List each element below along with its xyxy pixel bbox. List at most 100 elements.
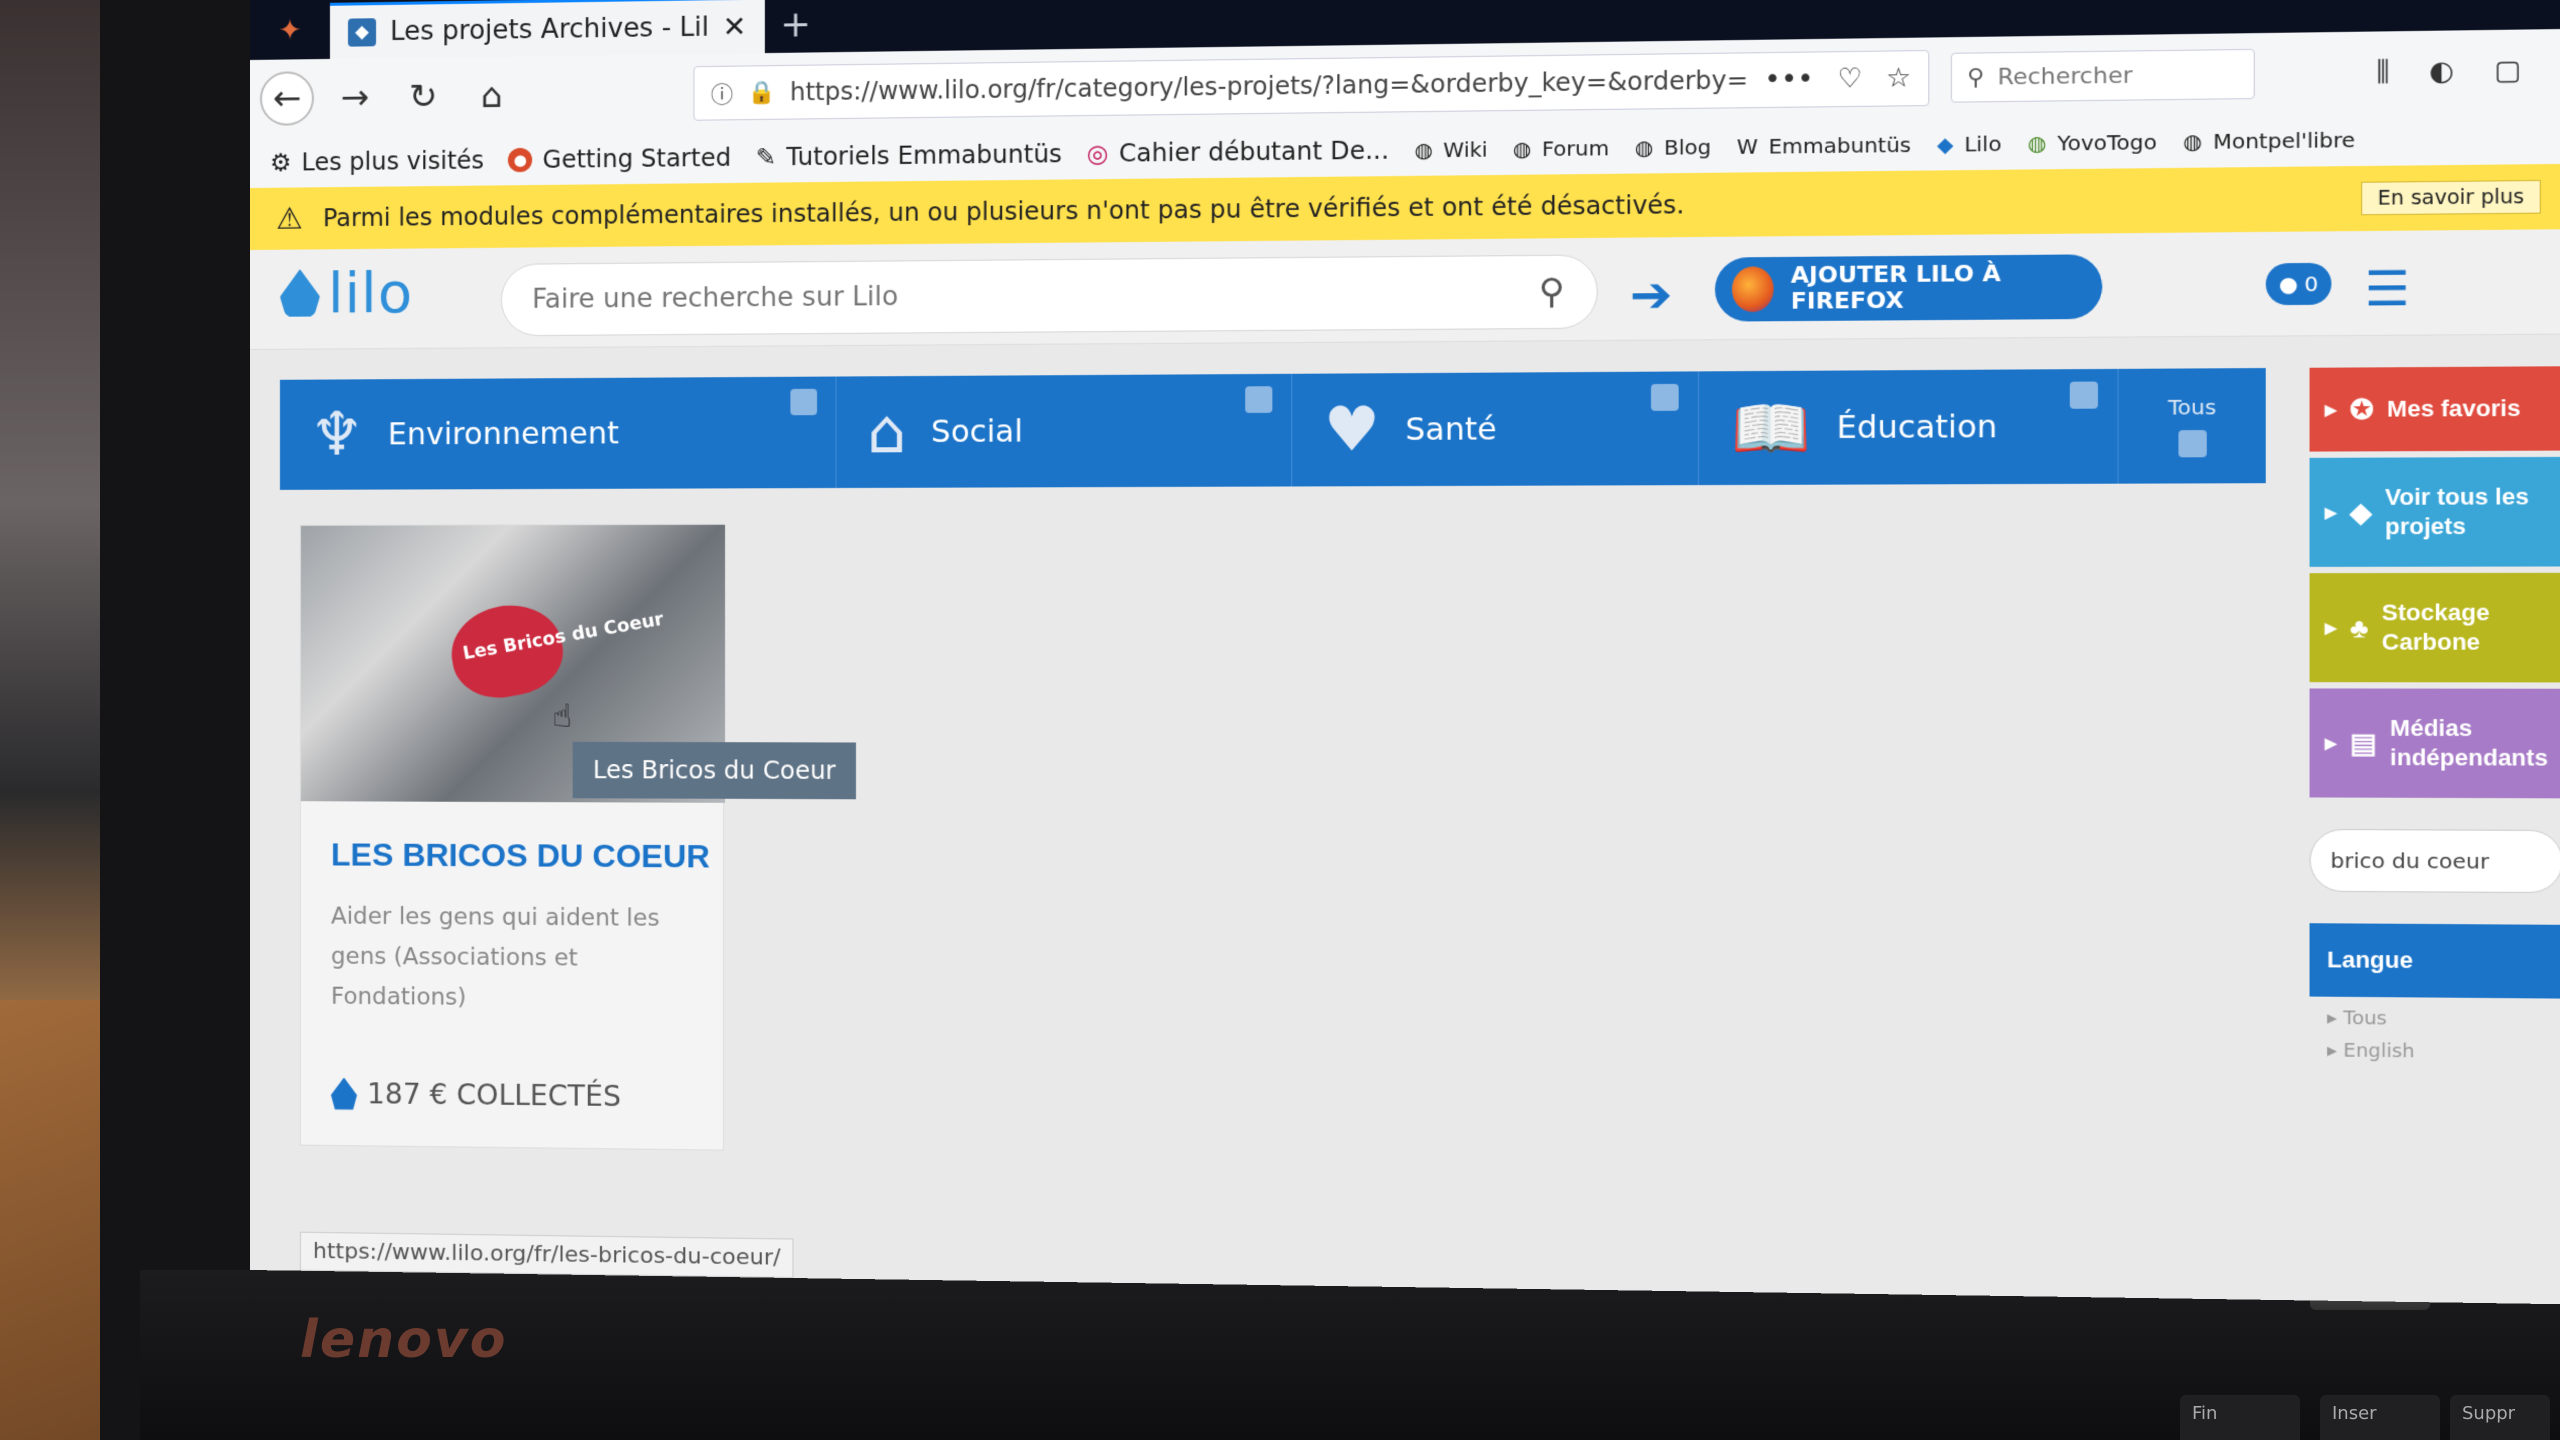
- project-collected: 187 € COLLECTÉS: [331, 1077, 621, 1113]
- tab-active[interactable]: ◆ Les projets Archives - Lilo ✕: [329, 0, 765, 59]
- browser-search-input[interactable]: ⚲ Rechercher: [1950, 48, 2255, 103]
- lilo-favicon-icon: ◆: [347, 17, 377, 47]
- warning-icon: ⚠: [275, 200, 303, 237]
- search-icon: ⚲: [1967, 64, 1985, 91]
- sidebar-item-all-projects[interactable]: ▶ ◆ Voir tous les projets: [2309, 456, 2560, 567]
- hamburger-menu-icon[interactable]: ☰: [2364, 260, 2409, 317]
- lock-icon[interactable]: 🔒: [748, 80, 776, 106]
- home-button[interactable]: ⌂: [465, 68, 519, 123]
- category-checkbox[interactable]: [1245, 386, 1273, 413]
- lilo-search-input[interactable]: [532, 276, 1539, 315]
- globe-icon: ◍: [2027, 130, 2047, 156]
- lilo-drop-icon: [280, 269, 320, 319]
- page-actions-icon[interactable]: •••: [1764, 64, 1813, 96]
- hand-cursor-icon: ☝: [552, 696, 573, 735]
- arrow-right-icon: ➔: [1629, 266, 1673, 325]
- language-option-all[interactable]: ▸ Tous: [2310, 997, 2560, 1032]
- bookmark-blog[interactable]: ◍ Blog: [1635, 135, 1711, 161]
- learn-more-button[interactable]: En savoir plus: [2361, 179, 2541, 216]
- key-end: Fin: [2180, 1395, 2300, 1440]
- debian-icon: ◎: [1086, 139, 1109, 169]
- url-text[interactable]: https://www.lilo.org/fr/category/les-pro…: [790, 66, 1750, 107]
- extension-icon[interactable]: ◐: [2429, 55, 2454, 88]
- bookmark-tutoriels[interactable]: ✎ Tutoriels Emmabuntüs: [756, 140, 1062, 172]
- new-tab-button[interactable]: +: [765, 0, 826, 53]
- category-all[interactable]: Tous: [2119, 368, 2266, 484]
- url-bar[interactable]: ⓘ 🔒 https://www.lilo.org/fr/category/les…: [693, 49, 1930, 121]
- info-icon[interactable]: ⓘ: [711, 77, 733, 110]
- tree-icon: ♣: [2349, 611, 2369, 644]
- category-checkbox[interactable]: [790, 388, 818, 416]
- add-lilo-to-firefox-button[interactable]: AJOUTER LILO À FIREFOX: [1714, 254, 2103, 322]
- sidebar-item-favoris[interactable]: ▶ ✪ Mes favoris: [2309, 366, 2560, 452]
- forward-button[interactable]: →: [328, 70, 382, 125]
- project-description: Aider les gens qui aident les gens (Asso…: [330, 903, 660, 1011]
- triangle-right-icon: ▶: [2324, 619, 2337, 637]
- bookmark-cahier[interactable]: ◎ Cahier débutant De...: [1087, 136, 1389, 168]
- bookmark-montpellibre[interactable]: ◍ Montpel'libre: [2183, 127, 2355, 154]
- back-button[interactable]: ←: [259, 71, 314, 126]
- triangle-right-icon: ▶: [2324, 503, 2337, 521]
- warning-text: Parmi les modules complémentaires instal…: [322, 190, 1685, 233]
- project-card[interactable]: Les Bricos du Coeur ☝ Les Bricos du Coeu…: [299, 523, 857, 1151]
- category-checkbox[interactable]: [1650, 383, 1679, 411]
- lilo-logo[interactable]: lilo: [280, 261, 413, 327]
- browser-search-placeholder: Rechercher: [1997, 62, 2133, 91]
- library-icon[interactable]: ⫼: [2376, 56, 2389, 89]
- bookmark-lilo[interactable]: ◆ Lilo: [1937, 131, 2002, 157]
- key-delete: Suppr: [2450, 1395, 2550, 1440]
- sidebar-search-input[interactable]: [2330, 847, 2560, 875]
- lilo-icon: ◆: [1936, 131, 1954, 157]
- firefox-icon: [1731, 266, 1774, 313]
- sidebar-item-medias[interactable]: ▶ ▤ Médias indépendants: [2309, 688, 2560, 799]
- book-icon: 📖: [1730, 391, 1811, 465]
- category-social[interactable]: ⌂ Social: [836, 373, 1293, 489]
- tab-overflow-icon[interactable]: ✦: [250, 0, 330, 60]
- tree-icon: ♆: [309, 399, 364, 470]
- bookmark-yovotogo[interactable]: ◍ YovoTogo: [2027, 129, 2156, 155]
- heartbeat-icon: ♥: [1323, 393, 1381, 466]
- category-checkbox[interactable]: [2177, 430, 2207, 458]
- bookmark-getting-started[interactable]: ● Getting Started: [508, 144, 731, 175]
- drop-icon: [331, 1077, 357, 1109]
- sidebar-item-carbone[interactable]: ▶ ♣ Stockage Carbone: [2309, 572, 2560, 683]
- laptop-screen: ✦ ◆ Les projets Archives - Lilo ✕ + ← → …: [250, 0, 2560, 1305]
- reload-button[interactable]: ↻: [396, 69, 450, 124]
- search-icon[interactable]: ⚲: [1539, 271, 1565, 312]
- lilo-search-box[interactable]: ⚲: [500, 254, 1598, 337]
- drops-counter-badge[interactable]: ● 0: [2265, 262, 2332, 306]
- sidebar-toggle-icon[interactable]: ▢: [2494, 54, 2521, 87]
- bookmark-forum[interactable]: ◍ Forum: [1513, 136, 1609, 162]
- pocket-icon[interactable]: ♡: [1837, 63, 1862, 94]
- bookmark-most-visited[interactable]: ⚙ Les plus visités: [270, 146, 484, 176]
- triangle-right-icon: ▶: [2324, 401, 2337, 418]
- close-tab-icon[interactable]: ✕: [723, 10, 747, 44]
- sidebar: ▶ ✪ Mes favoris ▶ ◆ Voir tous les projet…: [2309, 366, 2560, 1064]
- category-checkbox[interactable]: [2069, 381, 2098, 409]
- language-header: Langue: [2309, 923, 2560, 999]
- drop-icon: ●: [2278, 271, 2298, 297]
- main-content: ♆ Environnement ⌂ Social ♥ Santé 📖 Éduca…: [250, 334, 2560, 1305]
- globe-icon: ◍: [1634, 135, 1654, 161]
- globe-icon: ◍: [1512, 136, 1532, 162]
- triangle-right-icon: ▶: [2324, 734, 2337, 752]
- firefox-icon: ●: [508, 147, 533, 173]
- category-education[interactable]: 📖 Éducation: [1698, 368, 2119, 486]
- category-environnement[interactable]: ♆ Environnement: [279, 376, 837, 490]
- globe-icon: ◍: [1414, 137, 1433, 163]
- category-sante[interactable]: ♥ Santé: [1292, 371, 1699, 487]
- tab-title: Les projets Archives - Lilo: [390, 11, 709, 47]
- gear-icon: ⚙: [269, 148, 292, 177]
- newspaper-icon: ▤: [2349, 727, 2377, 759]
- star-circle-icon: ✪: [2349, 393, 2374, 426]
- language-option-english[interactable]: ▸ English: [2310, 1029, 2560, 1064]
- status-bar-url: https://www.lilo.org/fr/les-bricos-du-co…: [299, 1231, 794, 1279]
- bookmark-star-icon[interactable]: ☆: [1886, 63, 1911, 94]
- bookmark-wiki[interactable]: ◍ Wiki: [1414, 137, 1487, 162]
- project-tooltip: Les Bricos du Coeur: [572, 741, 857, 800]
- project-title[interactable]: LES BRICOS DU COEUR: [331, 836, 710, 875]
- lenovo-logo: lenovo: [300, 1310, 508, 1370]
- wikipedia-icon: W: [1736, 133, 1758, 160]
- bookmark-emmabuntus[interactable]: W Emmabuntüs: [1737, 132, 1911, 159]
- sidebar-search[interactable]: ⚲: [2309, 828, 2560, 894]
